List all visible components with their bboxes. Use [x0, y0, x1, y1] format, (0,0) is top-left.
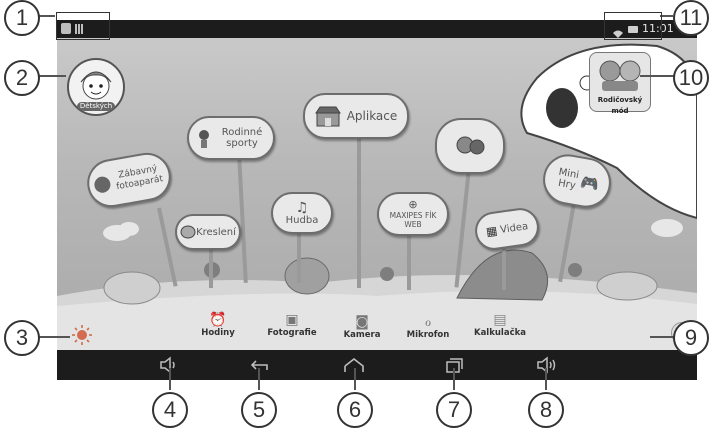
callout-leader [38, 336, 70, 338]
callout-9: 9 [673, 320, 709, 356]
dock-label: Kamera [343, 330, 381, 340]
parent-mode-label: Rodičovský mód [597, 96, 643, 115]
callout-leader [38, 15, 55, 17]
callout-leader [169, 368, 171, 390]
sun-icon [72, 325, 92, 345]
dock-fotografie[interactable]: ▣ Fotografie [257, 312, 327, 338]
callout-4: 4 [152, 392, 188, 428]
kids-launcher-screen: Dětských Rodičovský mód Aplikace Rodinné… [57, 38, 697, 350]
stem [407, 230, 411, 290]
dock-label: Mikrofon [406, 330, 450, 340]
callout-5: 5 [241, 392, 277, 428]
app-maxipes-fik-web[interactable]: ⊕ MAXIPES FÍK WEB [377, 192, 449, 236]
stem [357, 138, 361, 288]
app-label: MAXIPES FÍK WEB [389, 211, 437, 229]
callout-6: 6 [337, 392, 373, 428]
navigation-bar [57, 350, 697, 380]
brightness-button[interactable] [71, 324, 93, 346]
status-bar: 11:01 [57, 20, 697, 38]
microphone-icon: ℴ [424, 314, 432, 330]
gamepad-icon: 🎮 [579, 172, 601, 194]
parents-icon [599, 60, 641, 91]
callout-11: 11 [673, 0, 709, 36]
callout-leader [650, 336, 674, 338]
app-kresleni[interactable]: Kreslení [175, 214, 241, 250]
callout-1: 1 [4, 0, 40, 36]
palette-icon [180, 225, 196, 239]
sports-icon [199, 130, 209, 148]
callout-leader [453, 368, 455, 390]
dock-kalkulacka[interactable]: ▤ Kalkulačka [465, 312, 535, 338]
callout-7: 7 [436, 392, 472, 428]
app-label: Rodinné sporty [221, 127, 263, 149]
kids-profile-avatar[interactable]: Dětských [67, 58, 125, 116]
dock-label: Hodiny [201, 328, 235, 338]
store-icon [314, 106, 341, 127]
dock-mikrofon[interactable]: ℴ Mikrofon [393, 314, 463, 340]
stem [502, 245, 506, 290]
stem [209, 248, 213, 288]
callout-3: 3 [4, 320, 40, 356]
kids-label: Dětských [77, 102, 115, 111]
callout-leader [640, 75, 674, 77]
dock-kamera[interactable]: ◙ Kamera [327, 314, 397, 340]
callout-frame-status-right [604, 12, 662, 40]
callout-2: 2 [4, 60, 40, 96]
globe-icon: ⊕ [408, 198, 418, 211]
app-label: Kreslení [196, 226, 236, 238]
app-label: Mini Hry [557, 166, 580, 192]
callout-leader [354, 368, 356, 390]
app-label: Aplikace [346, 108, 398, 123]
app-label: Videa [499, 220, 529, 236]
dock-label: Kalkulačka [473, 328, 527, 338]
app-label: Hudba [285, 214, 319, 226]
app-label: Zábavný fotoaparát [115, 164, 164, 193]
app-rodinne-sporty[interactable]: Rodinné sporty [187, 116, 275, 160]
callout-leader [545, 368, 547, 390]
callout-frame-status-left [56, 12, 110, 40]
photos-icon: ▣ [285, 312, 299, 328]
dock-hodiny[interactable]: ⏰ Hodiny [183, 312, 253, 338]
stem [297, 228, 301, 283]
callout-leader [38, 75, 66, 77]
calculator-icon: ▤ [493, 312, 507, 328]
parent-mode-button[interactable]: Rodičovský mód [589, 52, 651, 115]
callout-leader [258, 368, 260, 390]
app-aplikace[interactable]: Aplikace [303, 93, 409, 139]
callout-8: 8 [528, 392, 564, 428]
music-note-icon: ♫ [295, 199, 309, 216]
clapperboard-icon: ▦ [485, 223, 499, 239]
alarm-clock-icon: ⏰ [209, 312, 227, 328]
volume-up-icon[interactable] [535, 356, 559, 374]
app-hudba[interactable]: ♫ Hudba [271, 192, 333, 234]
callout-10: 10 [673, 60, 709, 96]
characters-icon [456, 136, 485, 155]
camera-icon: ◙ [355, 314, 369, 330]
dock-label: Fotografie [267, 328, 317, 338]
app-characters[interactable] [435, 118, 505, 174]
